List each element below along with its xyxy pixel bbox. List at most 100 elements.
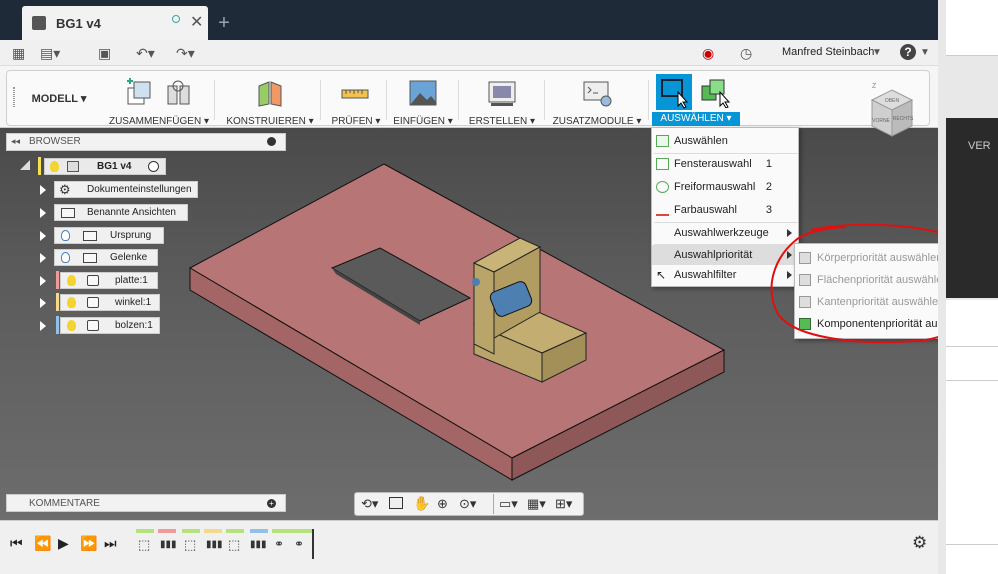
root-expand-icon[interactable] [20, 160, 30, 170]
timeline-marker[interactable] [312, 529, 314, 559]
orbit-icon[interactable]: ⟲▾ [361, 496, 378, 512]
menu-item-freeform-select[interactable]: Freiformauswahl 2 [652, 177, 798, 197]
tree-item-named-views[interactable]: Benannte Ansichten [54, 204, 188, 221]
timeline-features[interactable]: ⬚ ▮▮▮ ⬚ ▮▮▮ ⬚ ▮▮▮ ⚭ ⚭ [136, 529, 316, 559]
tree-item-bolzen[interactable]: bolzen:1 [60, 317, 160, 334]
clock-icon[interactable]: ◷ [740, 44, 752, 62]
comments-title: KOMMENTARE [29, 498, 100, 509]
timeline-component-icon[interactable]: ⬚ [184, 537, 196, 553]
expand-triangle-icon[interactable] [40, 276, 46, 286]
expand-triangle-icon[interactable] [40, 321, 46, 331]
visibility-bulb-icon[interactable] [67, 297, 76, 308]
group-label-inspect: PRÜFEN [331, 116, 373, 127]
group-construct[interactable]: KONSTRUIEREN ▾ [222, 70, 318, 127]
browser-header[interactable]: ◂◂ BROWSER [6, 133, 286, 151]
visibility-bulb-icon[interactable] [67, 320, 76, 331]
group-assemble[interactable]: ZUSAMMENFÜGEN ▾ [106, 70, 212, 127]
browser-title: BROWSER [29, 136, 81, 147]
tree-item-platte[interactable]: platte:1 [60, 272, 158, 289]
look-at-icon[interactable] [389, 497, 403, 509]
timeline-joint-icon[interactable]: ⚭ [294, 537, 304, 551]
menu-item-window-select[interactable]: Fensterauswahl 1 [652, 154, 798, 174]
step-forward-icon[interactable]: ⏩ [80, 535, 97, 552]
folder-icon [83, 231, 97, 241]
close-tab-icon[interactable]: ✕ [190, 12, 203, 32]
menu-item-paint-select[interactable]: Farbauswahl 3 [652, 200, 798, 220]
right-pane-body [946, 300, 998, 574]
help-button[interactable]: ? [900, 44, 916, 60]
expand-triangle-icon[interactable] [40, 208, 46, 218]
activate-radio-icon[interactable] [148, 161, 159, 172]
joint-icon [167, 80, 190, 105]
tree-item-origin[interactable]: Ursprung [54, 227, 164, 244]
user-dropdown-icon[interactable]: ▼ [872, 44, 882, 62]
tree-item-joints[interactable]: Gelenke [54, 249, 158, 266]
step-back-icon[interactable]: ⏪ [34, 535, 51, 552]
timeline-bar: ⏮ ⏪ ▶ ⏩ ⏭ ⬚ ▮▮▮ ⬚ ▮▮▮ ⬚ ▮▮▮ ⚭ ⚭ ⚙ [0, 520, 938, 574]
menu-item-select[interactable]: Auswählen [652, 131, 798, 151]
go-to-start-icon[interactable]: ⏮ [10, 535, 23, 552]
plate-top[interactable] [188, 163, 726, 459]
select-priority-icon [701, 79, 731, 108]
grid-menu-icon[interactable]: ▦ [12, 44, 25, 62]
new-tab-button[interactable]: + [212, 10, 236, 36]
visibility-bulb-icon[interactable] [67, 275, 76, 286]
menu-label: Auswahlpriorität [674, 249, 753, 261]
part-color-strip [56, 293, 59, 311]
group-create[interactable]: ERSTELLEN ▾ [464, 70, 540, 127]
bracket-upright-front [473, 262, 495, 355]
group-addins[interactable]: ZUSATZMODULE ▾ [548, 70, 646, 127]
undo-icon[interactable]: ↶▾ [136, 44, 155, 62]
assembly-icon [67, 161, 79, 172]
group-inspect[interactable]: PRÜFEN ▾ [326, 70, 386, 127]
expand-triangle-icon[interactable] [40, 185, 46, 195]
fit-zoom-icon[interactable]: ⊙▾ [459, 496, 476, 512]
user-name[interactable]: Manfred Steinbach [782, 46, 874, 58]
expand-triangle-icon[interactable] [40, 253, 46, 263]
timeline-extrude-icon[interactable]: ▮▮▮ [250, 539, 267, 550]
timeline-extrude-icon[interactable]: ▮▮▮ [160, 539, 177, 550]
visibility-bulb-icon[interactable] [61, 252, 70, 263]
timeline-component-icon[interactable]: ⬚ [228, 537, 240, 553]
group-insert[interactable]: EINFÜGEN ▾ [392, 70, 454, 127]
expand-triangle-icon[interactable] [40, 231, 46, 241]
add-comment-icon[interactable]: + [267, 499, 276, 508]
timeline-joint-icon[interactable]: ⚭ [274, 537, 284, 551]
file-menu-icon[interactable]: ▤▾ [40, 44, 60, 62]
pan-hand-icon[interactable]: ✋ [413, 495, 430, 512]
visibility-bulb-icon[interactable] [61, 230, 70, 241]
tree-item-document-settings[interactable]: ⚙ Dokumenteinstellungen [54, 181, 198, 198]
browser-minimize-icon[interactable] [267, 137, 276, 146]
measure-ruler-icon [341, 89, 369, 99]
save-icon[interactable]: ▣ [98, 44, 111, 62]
help-dropdown-icon[interactable]: ▼ [920, 44, 930, 62]
group-select[interactable]: AUSWÄHLEN ▾ [650, 72, 742, 126]
tree-label-winkel: winkel:1 [115, 297, 152, 308]
workspace-switcher[interactable]: MODELL ▾ [18, 78, 100, 120]
collapse-browser-icon[interactable]: ◂◂ [11, 136, 20, 147]
timeline-component-icon[interactable]: ⬚ [138, 537, 150, 553]
play-icon[interactable]: ▶ [58, 535, 69, 552]
viewcube-z-axis: Z [872, 83, 877, 90]
folder-icon [83, 253, 97, 263]
expand-triangle-icon[interactable] [40, 298, 46, 308]
grid-settings-icon[interactable]: ▦▾ [527, 496, 546, 512]
zoom-icon[interactable]: ⊕ [437, 496, 448, 512]
redo-icon[interactable]: ↷▾ [176, 44, 195, 62]
viewports-icon[interactable]: ⊞▾ [555, 496, 572, 512]
folder-icon [61, 208, 75, 218]
viewcube[interactable]: OBEN VORNE RECHTS Z [862, 80, 922, 146]
document-tab[interactable]: BG1 v4 ✕ [22, 6, 208, 40]
feature-color-tag [250, 529, 268, 533]
tree-item-winkel[interactable]: winkel:1 [60, 294, 160, 311]
timeline-settings-gear-icon[interactable]: ⚙ [912, 533, 927, 553]
record-icon[interactable]: ◉ [702, 44, 714, 62]
paint-select-icon [656, 204, 669, 216]
visibility-bulb-icon[interactable] [50, 161, 59, 172]
comments-panel-header[interactable]: KOMMENTARE + [6, 494, 286, 512]
menu-label: Auswahlwerkzeuge [674, 227, 769, 239]
go-to-end-icon[interactable]: ⏭ [104, 535, 117, 552]
display-settings-icon[interactable]: ▭▾ [499, 496, 518, 512]
timeline-extrude-icon[interactable]: ▮▮▮ [206, 539, 223, 550]
viewcube-front-label: VORNE [872, 118, 890, 124]
